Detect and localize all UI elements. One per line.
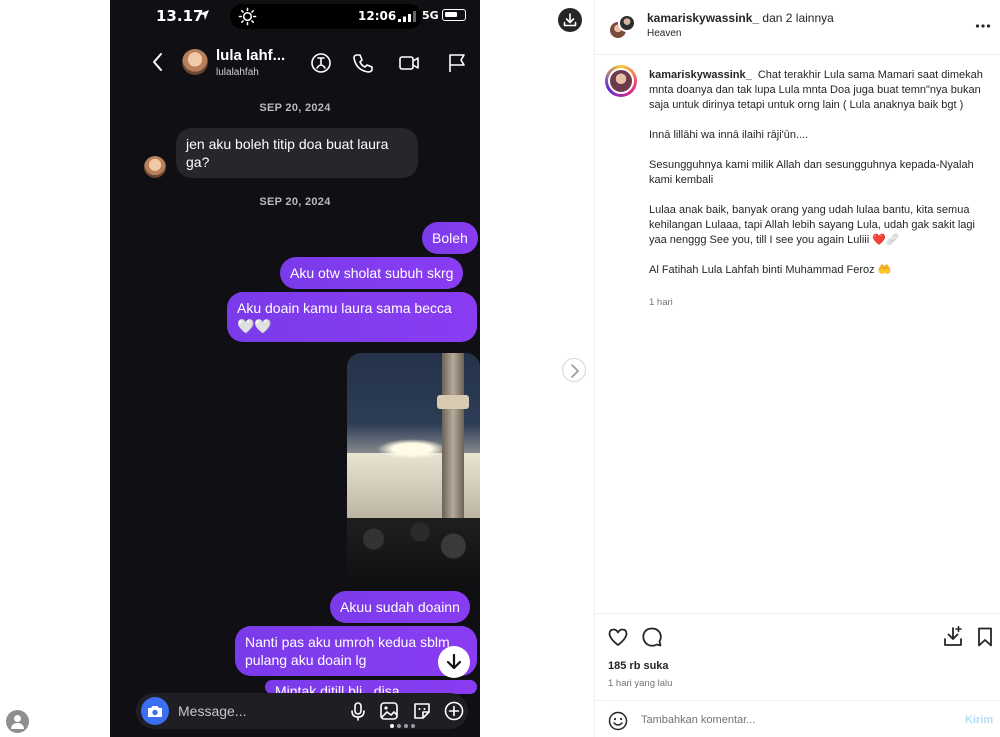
caption-body: Chat terakhir Lula sama Mamari saat dime… — [649, 69, 983, 276]
caption-username[interactable]: kamariskywassink_ — [649, 69, 752, 81]
download-icon — [563, 13, 577, 27]
carousel-dot-active — [390, 724, 394, 728]
arrow-down-icon — [446, 653, 462, 670]
video-call-icon[interactable] — [398, 52, 420, 74]
message-outgoing[interactable]: Boleh — [422, 222, 478, 254]
message-outgoing[interactable]: Akuu sudah doainn — [330, 591, 470, 623]
microphone-icon[interactable] — [348, 701, 368, 721]
bookmark-icon[interactable] — [974, 626, 996, 648]
dynamic-island: 12:06 — [230, 4, 422, 29]
save-download-icon[interactable] — [942, 626, 964, 648]
post-media-area: 13.17 12:06 5G lula lahf... lulalahfah S… — [0, 0, 594, 737]
emoji-icon[interactable] — [608, 711, 628, 731]
carousel-dots — [390, 724, 420, 730]
post-location[interactable]: Heaven — [647, 28, 681, 39]
post-actions: 185 rb suka 1 hari yang lalu — [595, 613, 1000, 699]
author-suffix[interactable]: dan 2 lainnya — [759, 11, 833, 25]
add-plus-icon[interactable] — [444, 701, 464, 721]
post-info-panel: kamariskywassink_ dan 2 lainnya Heaven k… — [594, 0, 1000, 737]
contact-name[interactable]: lula lahf... — [216, 47, 285, 64]
status-time: 13.17 — [156, 7, 204, 25]
comment-input[interactable] — [641, 711, 941, 729]
carousel-dot — [404, 724, 408, 728]
chevron-right-icon — [571, 364, 579, 378]
island-time: 12:06 — [358, 9, 397, 23]
floodlights — [377, 439, 447, 459]
avatar — [618, 14, 636, 32]
message-outgoing[interactable]: Mintak ditill bli.. disa... — [265, 680, 477, 694]
sun-icon — [238, 7, 257, 26]
post-timestamp: 1 hari yang lalu — [608, 678, 673, 689]
contact-avatar[interactable] — [182, 49, 208, 75]
download-button[interactable] — [558, 8, 582, 32]
caption-avatar[interactable] — [605, 65, 637, 97]
message-incoming[interactable]: jen aku boleh titip doa buat laura ga? — [176, 128, 418, 178]
back-chevron-icon[interactable] — [150, 51, 166, 73]
minaret — [442, 353, 464, 528]
phone-status-bar: 13.17 12:06 5G — [110, 0, 480, 34]
more-options-icon[interactable] — [975, 18, 991, 34]
photo-message[interactable] — [347, 353, 480, 588]
caption: kamariskywassink_ Chat terakhir Lula sam… — [649, 68, 989, 278]
location-arrow-icon — [199, 10, 209, 20]
sender-avatar — [144, 156, 166, 178]
message-outgoing[interactable]: Aku doain kamu laura sama becca 🤍🤍 — [227, 292, 477, 342]
next-slide-button[interactable] — [562, 358, 586, 382]
post-authors[interactable]: kamariskywassink_ dan 2 lainnya — [647, 11, 834, 25]
message-outgoing[interactable]: Aku otw sholat subuh skrg — [280, 257, 464, 289]
signal-bars-icon — [398, 11, 416, 22]
like-count[interactable]: 185 rb suka — [608, 660, 669, 672]
carousel-dot — [411, 724, 415, 728]
camera-icon — [148, 706, 162, 717]
heart-icon[interactable] — [607, 626, 629, 648]
send-comment-button[interactable]: Kirim — [965, 714, 993, 726]
contact-handle: lulalahfah — [216, 67, 259, 78]
carousel-dot — [397, 724, 401, 728]
gallery-icon[interactable] — [379, 701, 399, 721]
battery-icon — [442, 9, 466, 21]
date-separator: SEP 20, 2024 — [259, 196, 331, 208]
comment-box: Kirim — [595, 700, 1000, 737]
phone-call-icon[interactable] — [352, 52, 374, 74]
camera-button[interactable] — [141, 697, 169, 725]
collab-avatars[interactable] — [608, 14, 638, 40]
flag-icon[interactable] — [446, 52, 468, 74]
caption-timestamp: 1 hari — [649, 297, 673, 308]
sticker-icon[interactable] — [412, 701, 432, 721]
date-separator: SEP 20, 2024 — [259, 102, 331, 114]
chat-header: lula lahf... lulalahfah — [110, 38, 480, 90]
comment-icon[interactable] — [641, 626, 663, 648]
message-input[interactable]: Message... — [178, 703, 246, 719]
tagged-users-icon[interactable] — [6, 710, 29, 733]
instagram-post-page: 13.17 12:06 5G lula lahf... lulalahfah S… — [0, 0, 1000, 737]
add-people-icon[interactable] — [310, 52, 332, 74]
chat-screenshot: 13.17 12:06 5G lula lahf... lulalahfah S… — [110, 0, 480, 737]
scroll-to-bottom-button[interactable] — [438, 646, 470, 678]
minaret-balcony — [437, 395, 469, 409]
caption-area: kamariskywassink_ Chat terakhir Lula sam… — [595, 56, 1000, 613]
post-header: kamariskywassink_ dan 2 lainnya Heaven — [595, 0, 1000, 55]
network-label: 5G — [422, 9, 439, 22]
author-username[interactable]: kamariskywassink_ — [647, 11, 759, 25]
crowd — [347, 518, 480, 588]
